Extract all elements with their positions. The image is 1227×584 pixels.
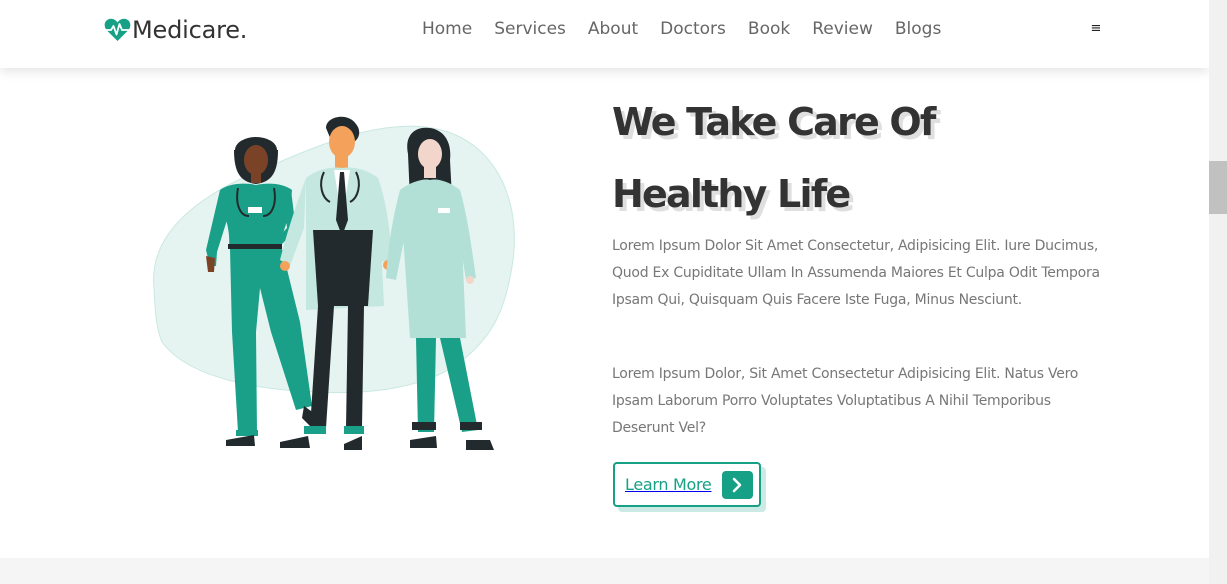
nav-blogs[interactable]: Blogs (895, 17, 941, 41)
nav-home[interactable]: Home (422, 17, 472, 41)
doctors-illustration (153, 116, 515, 450)
nav-review[interactable]: Review (812, 17, 873, 41)
nav-services[interactable]: Services (494, 17, 566, 41)
hero-paragraph-1: Lorem Ipsum Dolor Sit Amet Consectetur, … (612, 238, 1100, 308)
logo[interactable]: Medicare. (104, 14, 247, 46)
hero-heading-line1: We Take Care Of (612, 100, 936, 144)
main-nav: Home Services About Doctors Book Review … (422, 17, 941, 41)
learn-more-label: Learn More (625, 475, 712, 494)
hero-heading-line2: Healthy Life (612, 172, 851, 216)
heartbeat-icon (104, 18, 131, 41)
page: Medicare. Home Services About Doctors Bo… (0, 0, 1209, 584)
nav-book[interactable]: Book (748, 17, 790, 41)
next-section (0, 558, 1209, 584)
learn-more-button[interactable]: Learn More (613, 462, 761, 507)
hero-paragraph-2: Lorem Ipsum Dolor, Sit Amet Consectetur … (612, 366, 1079, 436)
menu-icon[interactable]: ≡ (1086, 18, 1106, 40)
scrollbar-track[interactable] (1209, 0, 1227, 584)
nav-about[interactable]: About (588, 17, 638, 41)
chevron-right-icon (722, 471, 753, 499)
scrollbar-thumb[interactable] (1209, 161, 1227, 214)
logo-text: Medicare. (132, 16, 248, 44)
hero-heading: We Take Care Of Healthy Life (612, 86, 1132, 230)
nav-doctors[interactable]: Doctors (660, 17, 726, 41)
site-header: Medicare. Home Services About Doctors Bo… (0, 0, 1209, 68)
